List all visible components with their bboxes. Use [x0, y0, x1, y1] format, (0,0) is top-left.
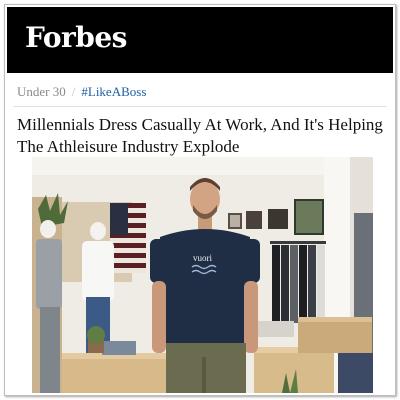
flag-decor: [110, 203, 146, 273]
breadcrumb-tag-link[interactable]: #LikeABoss: [81, 84, 146, 99]
forbes-logo[interactable]: Forbes: [25, 20, 127, 56]
masthead: Forbes: [7, 7, 393, 73]
article-headline[interactable]: Millennials Dress Casually At Work, And …: [17, 114, 389, 158]
breadcrumb: Under 30 / #LikeABoss: [17, 83, 146, 101]
breadcrumb-section-link[interactable]: Under 30: [17, 84, 66, 99]
article-card: Forbes Under 30 / #LikeABoss Millennials D…: [4, 4, 396, 396]
article-photo[interactable]: vuori: [32, 157, 373, 393]
breadcrumb-separator: /: [71, 84, 76, 99]
divider: [13, 106, 387, 107]
shirt-brand-text: vuori: [193, 253, 212, 263]
